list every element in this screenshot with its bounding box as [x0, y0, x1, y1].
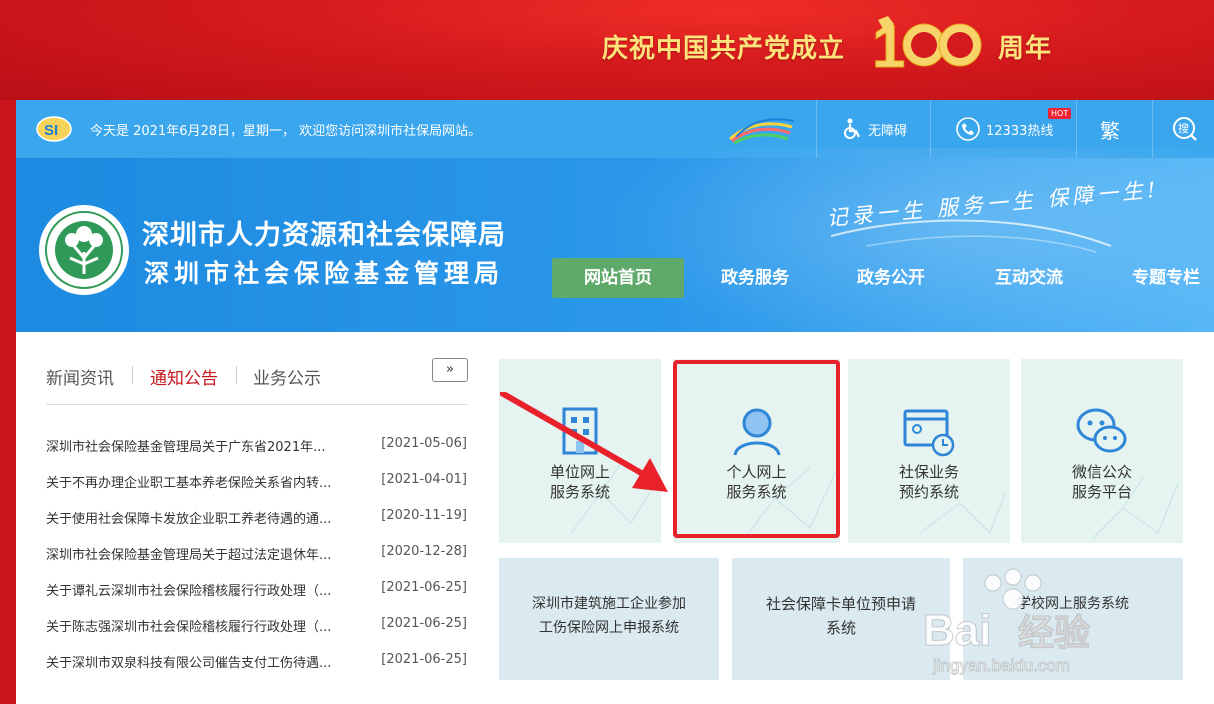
news-title[interactable]: 深圳市社会保险基金管理局关于广东省2021年...: [46, 436, 356, 455]
search-icon: 搜: [1173, 117, 1197, 141]
nav-special-topics[interactable]: 专题专栏: [1111, 258, 1214, 298]
news-title[interactable]: 关于陈志强深圳市社会保险稽核履行行政处理（...: [46, 616, 356, 635]
service-tile-construction-injury[interactable]: 深圳市建筑施工企业参加 工伤保险网上申报系统: [499, 558, 719, 680]
tab-public[interactable]: 业务公示: [253, 364, 321, 389]
news-item[interactable]: 关于不再办理企业职工基本养老保险关系省内转... [2021-04-01]: [46, 464, 467, 500]
news-title[interactable]: 深圳市社会保险基金管理局关于超过法定退休年...: [46, 544, 356, 563]
news-item[interactable]: 关于谭礼云深圳市社会保险稽核履行行政处理（... [2021-06-25]: [46, 572, 467, 608]
party-100-emblem-icon: 1: [872, 13, 982, 74]
org-emblem-icon[interactable]: [38, 204, 130, 296]
banner-slogan-left: 庆祝中国共产党成立: [602, 34, 846, 64]
nav-interaction[interactable]: 互动交流: [974, 258, 1084, 298]
news-item[interactable]: 深圳市社会保险基金管理局关于广东省2021年... [2021-05-06]: [46, 428, 467, 464]
news-date: [2021-06-25]: [381, 652, 467, 667]
news-date: [2021-04-01]: [381, 472, 467, 487]
org-subname: 深圳市社会保险基金管理局: [144, 259, 505, 288]
org-name: 深圳市人力资源和社会保障局: [142, 220, 506, 251]
news-date: [2021-06-25]: [381, 580, 467, 595]
watermark-url: jingyan.baidu.com: [932, 656, 1070, 675]
service-label: 微信公众 服务平台: [1071, 463, 1132, 501]
service-tile-appointment[interactable]: 社保业务 预约系统: [848, 359, 1010, 543]
news-date: [2021-06-25]: [381, 616, 467, 631]
divider: [132, 366, 133, 384]
news-item[interactable]: 深圳市社会保险基金管理局关于超过法定退休年... [2020-12-28]: [46, 536, 467, 572]
service-label: 社保业务 预约系统: [898, 463, 959, 501]
news-title[interactable]: 关于不再办理企业职工基本养老保险关系省内转...: [46, 472, 356, 491]
news-date: [2020-11-19]: [381, 508, 467, 523]
news-tabs: 新闻资讯 通知公告 业务公示 »: [46, 358, 468, 405]
nav-government-services[interactable]: 政务服务: [700, 258, 810, 298]
hotline-label: 12333热线: [986, 123, 1054, 139]
tab-news[interactable]: 新闻资讯: [46, 364, 114, 389]
search-label: 搜: [1178, 121, 1189, 135]
news-title[interactable]: 关于谭礼云深圳市社会保险稽核履行行政处理（...: [46, 580, 356, 599]
more-button[interactable]: »: [432, 358, 468, 382]
news-title[interactable]: 关于深圳市双泉科技有限公司催告支付工伤待遇...: [46, 652, 356, 671]
appointment-icon: [903, 409, 955, 457]
news-item[interactable]: 关于深圳市双泉科技有限公司催告支付工伤待遇... [2021-06-25]: [46, 644, 467, 680]
red-arrow-annotation: [500, 392, 668, 492]
news-title[interactable]: 关于使用社会保障卡发放企业职工养老待遇的通...: [46, 508, 356, 527]
celebration-banner: 庆祝中国共产党成立 1 周年: [0, 0, 1214, 100]
watermark-cn: 经验: [1018, 613, 1090, 654]
si-logo-icon[interactable]: SI: [36, 115, 72, 143]
service-tile-wechat[interactable]: 微信公众 服务平台: [1021, 359, 1183, 543]
nav-home[interactable]: 网站首页: [552, 258, 684, 298]
hot-badge: HOT: [1048, 108, 1072, 119]
news-item[interactable]: 关于使用社会保障卡发放企业职工养老待遇的通... [2020-11-19]: [46, 500, 467, 536]
wheelchair-icon: [844, 118, 860, 139]
shenzhen-logo-icon[interactable]: [728, 113, 794, 145]
phone-icon: [956, 117, 980, 141]
news-date: [2021-05-06]: [381, 436, 467, 451]
site-header: 深圳市人力资源和社会保障局 深圳市社会保险基金管理局 记录一生 服务一生 保障一…: [16, 148, 1214, 348]
accessibility-label: 无障碍: [868, 123, 908, 139]
date-welcome-text: 今天是 2021年6月28日，星期一， 欢迎您访问深圳市社保局网站。: [90, 124, 482, 139]
divider: [236, 366, 237, 384]
banner-slogan-right: 周年: [998, 34, 1053, 64]
svg-text:SI: SI: [44, 122, 58, 139]
tab-notices[interactable]: 通知公告: [150, 364, 218, 389]
news-date: [2020-12-28]: [381, 544, 467, 559]
motto-swoosh-decoration: [830, 219, 1112, 253]
news-item[interactable]: 关于陈志强深圳市社会保险稽核履行行政处理（... [2021-06-25]: [46, 608, 467, 644]
baidu-jingyan-watermark: Bai 经验 jingyan.baidu.com: [923, 568, 1091, 676]
wechat-icon: [1076, 408, 1127, 453]
nav-government-affairs[interactable]: 政务公开: [836, 258, 946, 298]
service-label: 深圳市建筑施工企业参加 工伤保险网上申报系统: [532, 596, 686, 636]
watermark-brand: Bai: [923, 606, 991, 655]
